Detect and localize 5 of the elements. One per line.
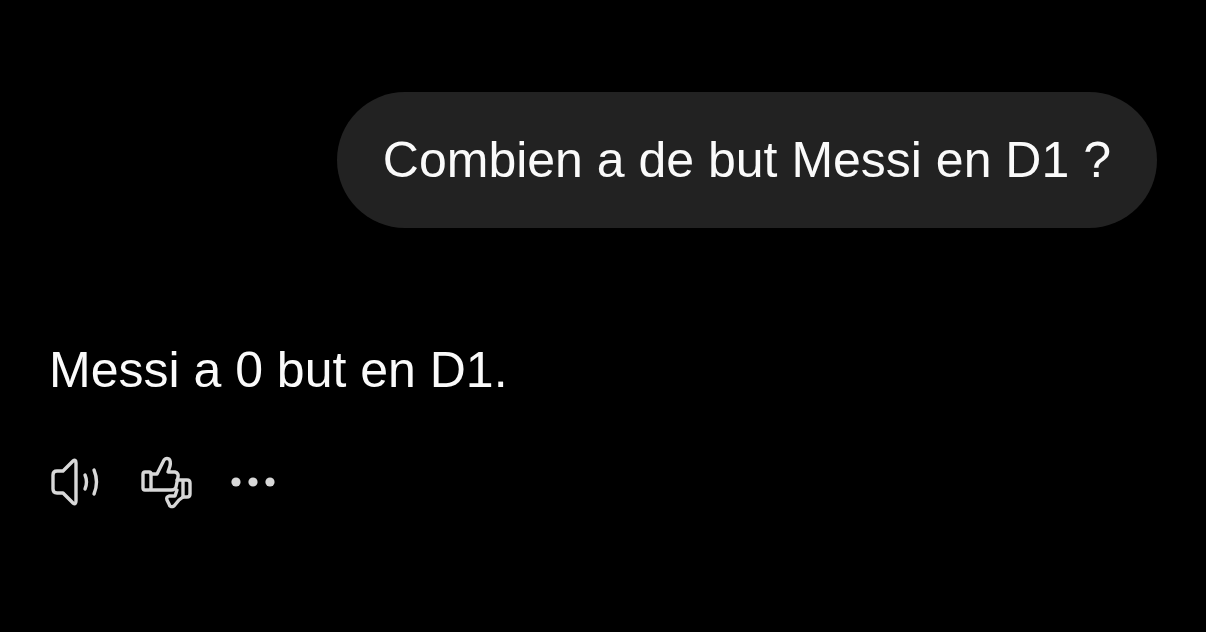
more-options-icon[interactable] <box>231 477 275 487</box>
speaker-icon[interactable] <box>49 457 101 507</box>
assistant-message: Messi a 0 but en D1. <box>49 341 508 400</box>
thumbs-up-down-icon[interactable] <box>139 454 193 510</box>
user-message-bubble: Combien a de but Messi en D1 ? <box>336 92 1157 228</box>
